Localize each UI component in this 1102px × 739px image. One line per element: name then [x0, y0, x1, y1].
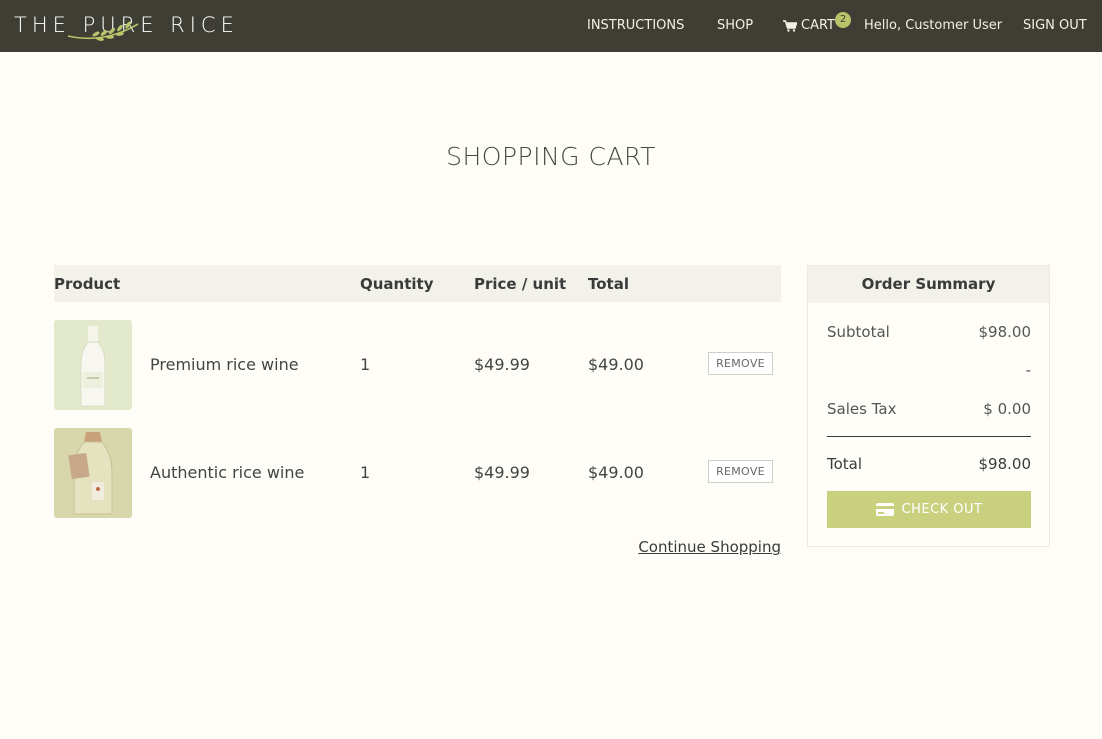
header-product: Product	[54, 275, 121, 293]
header-quantity: Quantity	[360, 275, 434, 293]
order-summary-title: Order Summary	[808, 266, 1049, 303]
cart-row: Premium rice wine 1 $49.99 $49.00 REMOVE	[54, 320, 781, 410]
subtotal-label: Subtotal	[827, 323, 890, 341]
top-navbar: THE PURE RICE INSTRUCTIONS SHOP CART 2 H…	[0, 0, 1102, 52]
product-thumbnail[interactable]	[54, 428, 132, 518]
order-summary-panel: Order Summary Subtotal $98.00 - Sales Ta…	[807, 265, 1050, 547]
checkout-button[interactable]: CHECK OUT	[827, 491, 1031, 528]
bottle-image	[54, 428, 132, 518]
sales-tax-label: Sales Tax	[827, 400, 897, 418]
cart-count-badge: 2	[835, 12, 851, 28]
product-price: $49.99	[474, 355, 530, 374]
summary-divider	[827, 436, 1031, 437]
product-name[interactable]: Authentic rice wine	[150, 463, 304, 482]
nav-sign-out-link[interactable]: SIGN OUT	[1023, 18, 1087, 34]
product-total: $49.00	[588, 463, 644, 482]
product-quantity[interactable]: 1	[360, 355, 370, 374]
rice-sprig-icon	[67, 21, 139, 41]
product-total: $49.00	[588, 355, 644, 374]
product-price: $49.99	[474, 463, 530, 482]
product-thumbnail[interactable]	[54, 320, 132, 410]
product-name[interactable]: Premium rice wine	[150, 355, 299, 374]
remove-button[interactable]: REMOVE	[708, 460, 773, 483]
user-greeting[interactable]: Hello, Customer User	[864, 18, 1002, 34]
bottle-image	[54, 320, 132, 410]
nav-shop-link[interactable]: SHOP	[717, 18, 753, 34]
page-title: SHOPPING CART	[446, 142, 656, 171]
cart-icon	[783, 20, 797, 32]
nav-instructions-link[interactable]: INSTRUCTIONS	[587, 18, 684, 34]
sales-tax-value: $ 0.00	[983, 400, 1031, 418]
subtotal-value: $98.00	[978, 323, 1032, 341]
cart-table-header: Product Quantity Price / unit Total	[54, 265, 781, 302]
total-label: Total	[827, 455, 863, 473]
cart-row: Authentic rice wine 1 $49.99 $49.00 REMO…	[54, 428, 781, 518]
checkout-label: CHECK OUT	[901, 502, 983, 517]
header-total: Total	[588, 275, 629, 293]
header-price: Price / unit	[474, 275, 567, 293]
discount-value: -	[1025, 361, 1031, 379]
total-value: $98.00	[978, 455, 1032, 473]
nav-cart-link[interactable]: CART	[783, 18, 835, 34]
continue-shopping-link[interactable]: Continue Shopping	[600, 538, 781, 556]
remove-button[interactable]: REMOVE	[708, 352, 773, 375]
product-quantity[interactable]: 1	[360, 463, 370, 482]
credit-card-icon	[875, 503, 894, 516]
nav-cart-label: CART	[801, 18, 835, 33]
